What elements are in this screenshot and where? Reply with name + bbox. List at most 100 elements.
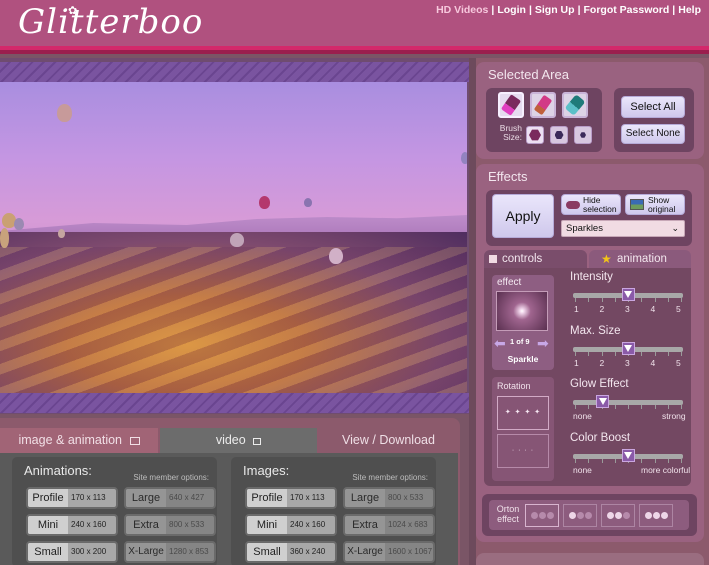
slider-tick: [628, 405, 629, 409]
tab-label: image & animation: [18, 433, 123, 447]
show-original-button[interactable]: Show original: [625, 194, 685, 215]
slider-tick: [575, 298, 576, 302]
size-dims: 360 x 240: [290, 547, 326, 556]
effect-name: Sparkle: [507, 354, 539, 364]
hide-selection-button[interactable]: Hide selection: [561, 194, 621, 215]
marker-brush-button[interactable]: [530, 92, 556, 118]
color-boost-slider[interactable]: [573, 449, 683, 464]
slider-tick: [654, 459, 656, 463]
color-boost-max-label: more colorful: [641, 465, 691, 475]
brush-tools: Brush Size:: [486, 88, 602, 152]
select-all-button[interactable]: Select All: [621, 96, 685, 118]
link-help[interactable]: Help: [678, 4, 701, 16]
slider-handle[interactable]: [621, 288, 635, 301]
image-icon: [129, 437, 140, 445]
brush-size-medium[interactable]: [550, 126, 568, 144]
orton-level-3[interactable]: [639, 504, 673, 527]
link-forgot-password[interactable]: Forgot Password: [584, 4, 670, 16]
orton-effect-section: Orton effect: [482, 494, 697, 536]
anim-size-profile[interactable]: Profile 170 x 113: [26, 487, 118, 509]
brush-size-large[interactable]: [526, 126, 544, 144]
slider-tick: [641, 298, 643, 302]
star-icon: ★: [601, 252, 612, 266]
show-original-label: Show original: [648, 195, 676, 214]
edit-canvas-image[interactable]: [0, 82, 467, 393]
anim-size-xlarge[interactable]: X-Large 1280 x 853: [124, 541, 216, 563]
glow-effect-slider[interactable]: [573, 395, 683, 410]
star-icon: ✿: [68, 5, 78, 17]
slider-handle[interactable]: [596, 395, 609, 408]
img-size-xlarge[interactable]: X-Large 1600 x 1067: [343, 541, 435, 563]
scale-label: 1: [574, 304, 579, 314]
arrow-left-icon[interactable]: ⬅: [494, 335, 506, 352]
hide-selection-label: Hide selection: [583, 195, 617, 214]
scale-label: 1: [574, 358, 579, 368]
hide-selection-icon: [566, 201, 580, 209]
intensity-slider[interactable]: [573, 288, 683, 303]
link-login[interactable]: Login: [497, 4, 526, 16]
scale-label: 2: [599, 304, 605, 314]
size-name: Mini: [247, 516, 287, 534]
orton-level-2[interactable]: [601, 504, 635, 527]
size-dims: 800 x 533: [169, 520, 205, 529]
glow-effect-label: Glow Effect: [570, 378, 629, 390]
size-dims: 800 x 533: [388, 493, 424, 502]
tab-video[interactable]: video: [160, 428, 317, 453]
slider-handle[interactable]: [621, 449, 635, 462]
tab-view-download[interactable]: View / Download: [319, 428, 458, 453]
arrow-right-icon[interactable]: ➡: [537, 335, 549, 352]
site-header: Glitterboo ✿ HD Videos | Login | Sign Up | For…: [0, 0, 709, 46]
effect-type-select[interactable]: Sparkles ⌄: [561, 220, 685, 237]
max-size-slider[interactable]: [573, 342, 683, 357]
balloon: [58, 229, 65, 238]
effects-actions: Apply Hide selection Show original Spark…: [486, 190, 692, 246]
link-sign-up[interactable]: Sign Up: [535, 4, 575, 16]
images-title: Images:: [243, 463, 290, 478]
rotation-option-1[interactable]: ✦ ✦ ✦ ✦: [497, 396, 549, 430]
slider-tick: [601, 459, 603, 463]
eraser-icon: [564, 94, 586, 116]
tab-controls[interactable]: controls: [484, 250, 587, 268]
rotation-label: Rotation: [497, 381, 531, 391]
anim-size-extra[interactable]: Extra 800 x 533: [124, 514, 216, 536]
top-nav: HD Videos | Login | Sign Up | Forgot Password |…: [436, 4, 701, 16]
page-divider: [469, 58, 476, 565]
slider-tick: [641, 352, 643, 356]
slider-tick: [614, 459, 616, 463]
eraser-button[interactable]: [562, 92, 588, 118]
size-dims: 300 x 200: [71, 547, 107, 556]
img-size-large[interactable]: Large 800 x 533: [343, 487, 435, 509]
tab-label: video: [215, 433, 246, 447]
balloon: [329, 248, 343, 264]
scale-label: 4: [650, 358, 656, 368]
tab-image-animation[interactable]: image & animation: [0, 428, 158, 453]
site-logo[interactable]: Glitterboo: [18, 2, 203, 42]
rotation-option-2[interactable]: · · · ·: [497, 434, 549, 468]
anim-size-large[interactable]: Large 640 x 427: [124, 487, 216, 509]
highlighter-brush-button[interactable]: [498, 92, 524, 118]
anim-size-mini[interactable]: Mini 240 x 160: [26, 514, 118, 536]
size-name: Profile: [28, 489, 68, 507]
scale-label: 4: [650, 304, 656, 314]
orton-level-1[interactable]: [563, 504, 597, 527]
img-size-small[interactable]: Small 360 x 240: [245, 541, 337, 563]
select-none-button[interactable]: Select None: [621, 124, 685, 144]
slider-handle[interactable]: [621, 342, 635, 355]
slider-tick: [588, 298, 590, 302]
brush-size-small[interactable]: [574, 126, 592, 144]
effect-preview[interactable]: [496, 291, 548, 331]
anim-size-small[interactable]: Small 300 x 200: [26, 541, 118, 563]
img-size-profile[interactable]: Profile 170 x 113: [245, 487, 337, 509]
orton-level-0[interactable]: [525, 504, 559, 527]
img-size-extra[interactable]: Extra 1024 x 683: [343, 514, 435, 536]
apply-button[interactable]: Apply: [492, 194, 554, 238]
valley-texture: [0, 247, 467, 393]
link-hd-videos[interactable]: HD Videos: [436, 4, 488, 16]
slider-tick: [641, 405, 643, 409]
hexagon-small-icon: [580, 132, 586, 138]
slider-tick: [681, 352, 682, 356]
img-size-mini[interactable]: Mini 240 x 160: [245, 514, 337, 536]
tab-animation[interactable]: ★ animation: [589, 250, 691, 268]
dot: [652, 512, 660, 519]
picture-icon: [630, 199, 644, 210]
